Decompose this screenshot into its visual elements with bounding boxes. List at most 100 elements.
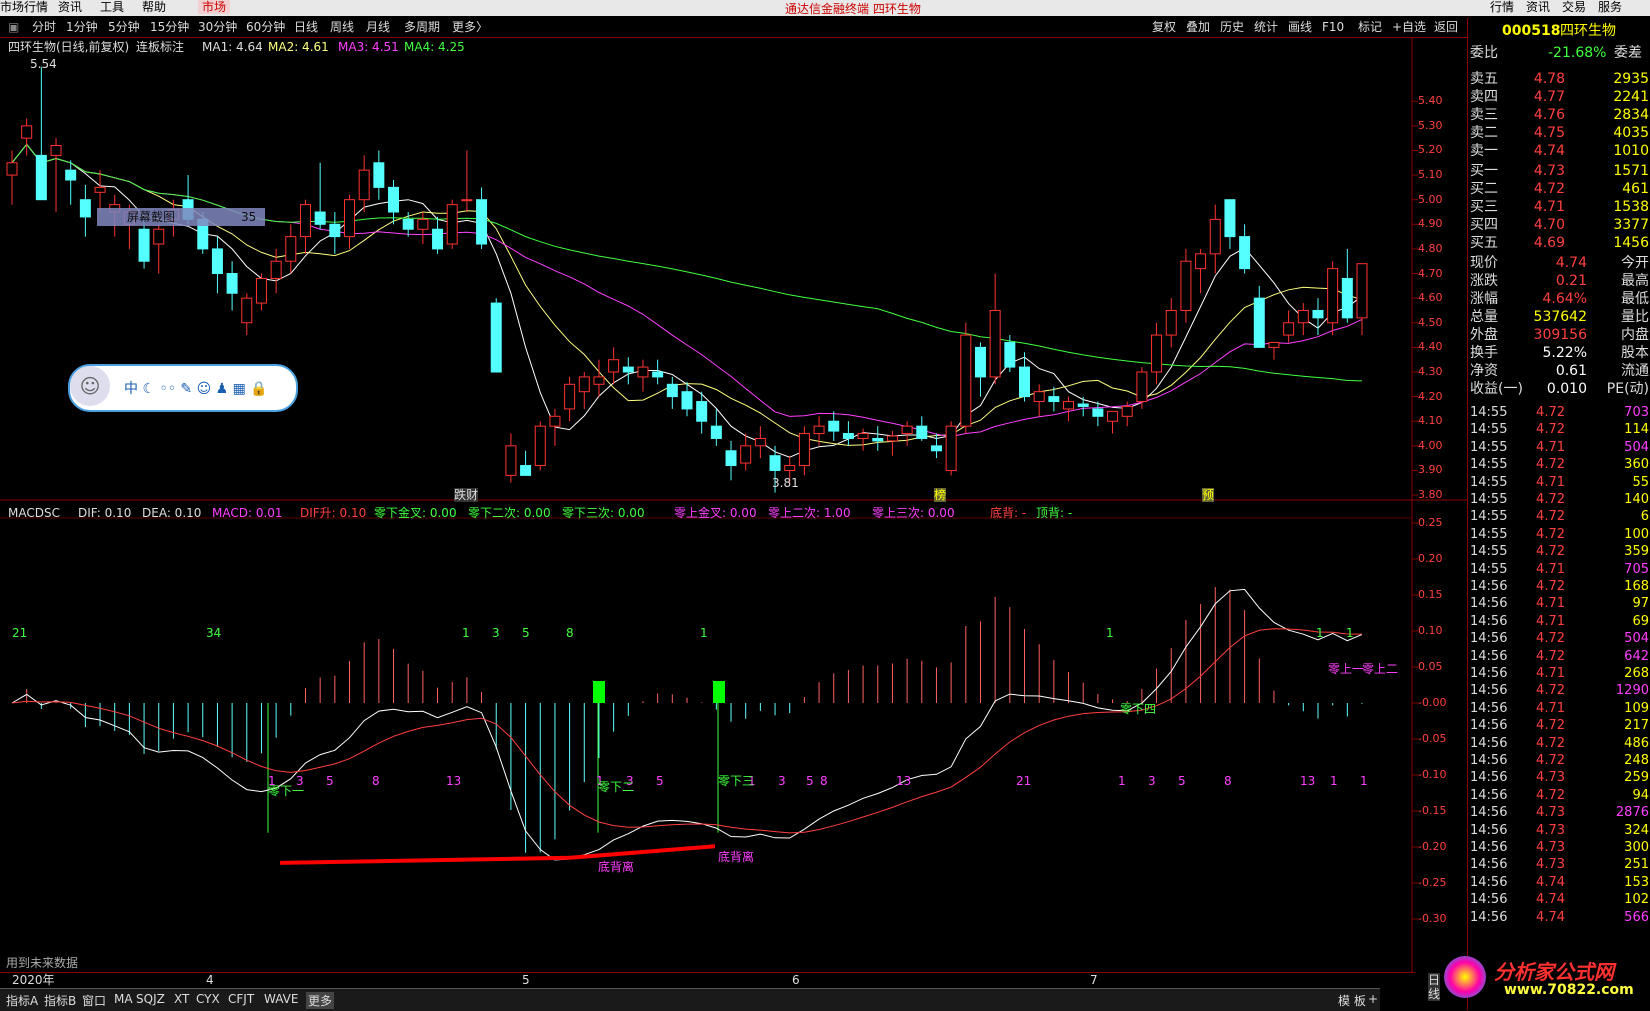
period-more[interactable]: 更多〉	[452, 19, 488, 35]
ask-row[interactable]: 卖五 4.78 2935	[1468, 70, 1650, 88]
stat-row[interactable]: 净资 0.61 流通	[1468, 362, 1650, 380]
candle-body	[1327, 268, 1339, 324]
order-volume: 1571	[1613, 163, 1649, 179]
macd-axis-label: -0.25	[1418, 876, 1447, 889]
period-30min[interactable]: 30分钟	[198, 19, 237, 35]
candle-body	[725, 450, 737, 467]
tick-row: 14:56 4.73 251	[1468, 856, 1650, 874]
stat-row[interactable]: 涨跌 0.21 最高	[1468, 272, 1650, 290]
signal-green-block	[593, 681, 605, 703]
stat-row[interactable]: 现价 4.74 今开	[1468, 254, 1650, 272]
btn-add-watch[interactable]: +自选	[1392, 19, 1426, 35]
price-axis-label: 4.60	[1418, 291, 1443, 305]
tab-add[interactable]: +	[1368, 992, 1378, 1006]
chart-area[interactable]	[0, 38, 1467, 972]
btn-back[interactable]: 返回	[1434, 19, 1458, 35]
btn-history[interactable]: 历史	[1220, 19, 1244, 35]
tab-cfjt[interactable]: CFJT	[228, 992, 254, 1006]
count-label: 1	[700, 626, 708, 640]
bid-row[interactable]: 买五 4.69 1456	[1468, 234, 1650, 252]
tab-cyx[interactable]: CYX	[196, 992, 220, 1006]
period-60min[interactable]: 60分钟	[246, 19, 285, 35]
candle-body	[578, 376, 590, 393]
period-timeshare[interactable]: 分时	[32, 19, 56, 35]
menu-info[interactable]: 资讯	[1526, 0, 1550, 14]
price-axis-label: 5.40	[1418, 94, 1443, 108]
period-1min[interactable]: 1分钟	[66, 19, 98, 35]
tab-more[interactable]: 更多	[306, 992, 335, 1009]
tab-indicator-a[interactable]: 指标A	[6, 992, 38, 1009]
date-period-label: 日线	[1428, 973, 1441, 1001]
btn-fuquan[interactable]: 复权	[1152, 19, 1176, 35]
candle-body	[1121, 405, 1133, 417]
btn-overlay[interactable]: 叠加	[1186, 19, 1210, 35]
period-monthly[interactable]: 月线	[366, 19, 390, 35]
bid-row[interactable]: 买四 4.70 3377	[1468, 216, 1650, 234]
tab-window[interactable]: 窗口	[82, 992, 106, 1009]
tick-price: 4.71	[1536, 596, 1565, 612]
legend-ma2: MA2: 4.61	[268, 40, 329, 54]
bid-row[interactable]: 买一 4.73 1571	[1468, 162, 1650, 180]
period-multi[interactable]: 多周期	[404, 19, 440, 35]
bid-row[interactable]: 买二 4.72 461	[1468, 180, 1650, 198]
mark-diecai[interactable]: 跌财	[454, 488, 479, 502]
tick-price: 4.72	[1536, 631, 1565, 647]
mark-bang[interactable]: 榜	[934, 488, 947, 502]
tick-row: 14:56 4.73 300	[1468, 839, 1650, 857]
btn-stats[interactable]: 统计	[1254, 19, 1278, 35]
candle-body	[1209, 218, 1221, 255]
bid-row[interactable]: 买三 4.71 1538	[1468, 198, 1650, 216]
tab-template[interactable]: 模 板	[1338, 992, 1366, 1009]
btn-mark[interactable]: 标记	[1358, 19, 1382, 35]
period-daily[interactable]: 日线	[294, 19, 318, 35]
tab-ma[interactable]: MA	[114, 992, 133, 1006]
tick-time: 14:55	[1470, 561, 1508, 577]
macd-legend-zb-3: 零下三次: 0.00	[562, 506, 645, 520]
tab-wave[interactable]: WAVE	[264, 992, 298, 1006]
macd-legend-name[interactable]: MACDSC	[8, 506, 60, 520]
menu-market[interactable]: 市场行情	[0, 0, 48, 14]
period-weekly[interactable]: 周线	[330, 19, 354, 35]
toolbar-toggle-icon[interactable]: ▣	[8, 19, 19, 35]
main-legend-indicator[interactable]: 连板标注	[136, 40, 184, 54]
stat-row[interactable]: 换手 5.22% 股本	[1468, 344, 1650, 362]
menu-trade[interactable]: 交易	[1562, 0, 1586, 14]
stat-row[interactable]: 收益(一) 0.010 PE(动)	[1468, 380, 1650, 398]
menu-quotes[interactable]: 行情	[1490, 0, 1514, 14]
ask-row[interactable]: 卖三 4.76 2834	[1468, 106, 1650, 124]
robot-icon[interactable]: ☺	[70, 366, 110, 406]
tick-row: 14:55 4.72 360	[1468, 456, 1650, 474]
macd-axis-label: 0.25	[1418, 516, 1443, 529]
menu-service[interactable]: 服务	[1598, 0, 1622, 14]
period-15min[interactable]: 15分钟	[150, 19, 189, 35]
menu-help[interactable]: 帮助	[142, 0, 166, 14]
period-5min[interactable]: 5分钟	[108, 19, 140, 35]
stat-row[interactable]: 外盘 309156 内盘	[1468, 326, 1650, 344]
bottom-count: 5	[656, 774, 664, 788]
candle-body	[1268, 341, 1280, 348]
ask-row[interactable]: 卖四 4.77 2241	[1468, 88, 1650, 106]
date-axis: 2020年 4 5 6 7 日线	[0, 972, 1441, 1001]
btn-f10[interactable]: F10	[1322, 19, 1344, 35]
mark-yu[interactable]: 预	[1202, 488, 1215, 502]
ask-row[interactable]: 卖一 4.74 1010	[1468, 142, 1650, 160]
zero-below-3-label: 零下三	[718, 774, 755, 788]
tab-xt[interactable]: XT	[174, 992, 189, 1006]
menu-news[interactable]: 资讯	[58, 0, 82, 14]
bottom-count: 3	[1148, 774, 1156, 788]
tick-price: 4.72	[1536, 648, 1565, 664]
floating-assistant-widget[interactable]: ☺ 中 ☾ ◦◦ ✎ ☺ ♟ ▦ 🔒	[68, 364, 298, 412]
ask-row[interactable]: 卖二 4.75 4035	[1468, 124, 1650, 142]
menu-tools[interactable]: 工具	[100, 0, 124, 14]
order-volume: 1456	[1613, 235, 1649, 251]
tab-indicator-b[interactable]: 指标B	[44, 992, 76, 1009]
stat-row[interactable]: 总量 537642 量比	[1468, 308, 1650, 326]
tick-time: 14:55	[1470, 509, 1508, 525]
stat-row[interactable]: 涨幅 4.64% 最低	[1468, 290, 1650, 308]
tab-sqjz[interactable]: SQJZ	[136, 992, 165, 1006]
widget-tools-icons[interactable]: 中 ☾ ◦◦ ✎ ☺ ♟ ▦ 🔒	[124, 378, 268, 398]
candle-body	[534, 425, 546, 467]
menu-market-active[interactable]: 市场	[198, 0, 231, 14]
btn-draw[interactable]: 画线	[1288, 19, 1312, 35]
order-level-label: 买五	[1470, 235, 1498, 251]
